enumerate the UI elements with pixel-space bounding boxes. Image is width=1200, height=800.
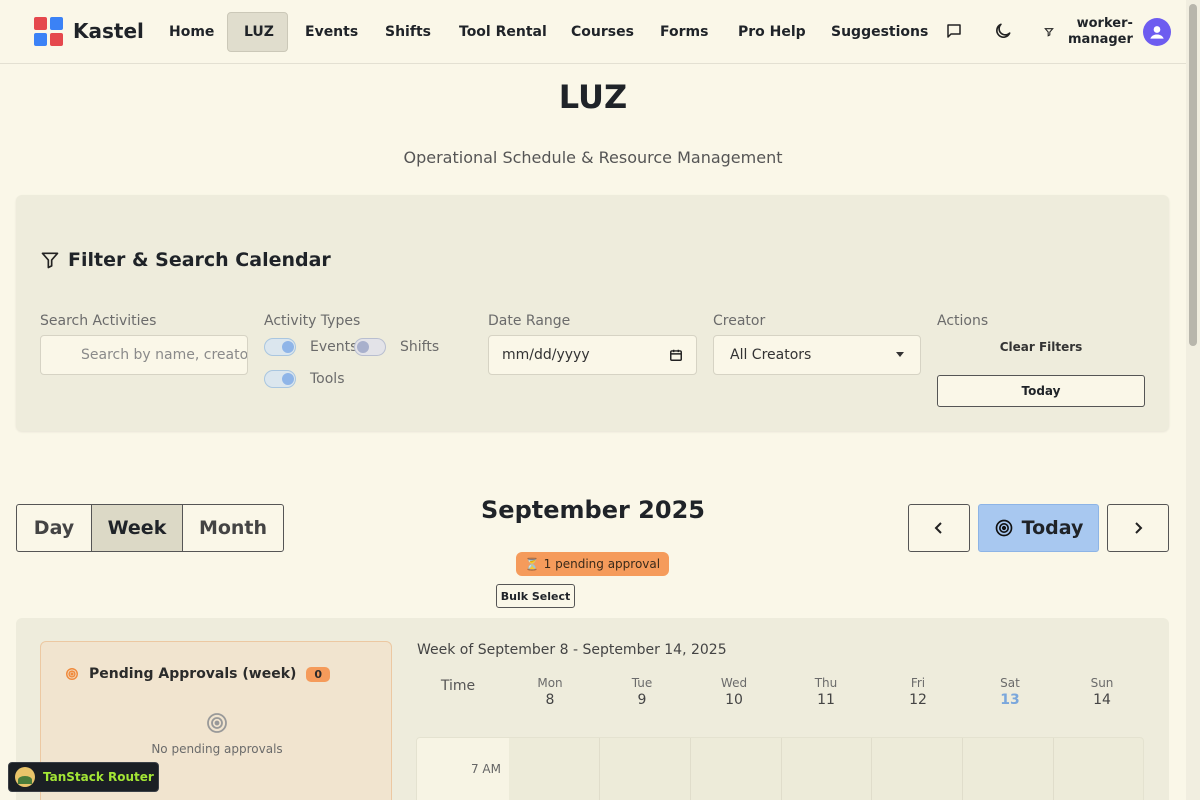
day-header-tue[interactable]: Tue 9: [596, 676, 688, 708]
nav-tool-rental[interactable]: Tool Rental: [443, 12, 563, 52]
user-role-label: worker- manager: [1068, 16, 1133, 47]
day-header-wed[interactable]: Wed 10: [688, 676, 780, 708]
dropdown-caret-icon: [896, 352, 904, 357]
pending-empty-text: No pending approvals: [151, 742, 283, 756]
top-navbar: Kastel Home LUZ Events Shifts Tool Renta…: [0, 0, 1186, 64]
filter-title: Filter & Search Calendar: [40, 249, 331, 271]
chevron-right-icon: [1135, 522, 1143, 534]
pending-approvals-header: Pending Approvals (week) 0: [65, 666, 331, 682]
toggle-tools[interactable]: Tools: [264, 370, 345, 388]
chevron-left-icon: [934, 522, 942, 534]
previous-week-button[interactable]: [908, 504, 970, 552]
tanstack-router-devtools-button[interactable]: TanStack Router: [8, 762, 159, 792]
filter-today-button[interactable]: Today: [937, 375, 1145, 407]
chat-icon[interactable]: [943, 20, 965, 42]
filter-card: Filter & Search Calendar Search Activiti…: [16, 195, 1169, 431]
nav-shifts[interactable]: Shifts: [369, 12, 447, 52]
creator-label: Creator: [713, 313, 766, 329]
calendar-icon[interactable]: [669, 348, 683, 362]
nav-luz[interactable]: LUZ: [227, 12, 288, 52]
week-grid: 7 AM: [416, 737, 1144, 800]
dark-mode-moon-icon[interactable]: [992, 20, 1014, 42]
toggle-switch[interactable]: [264, 370, 296, 388]
filter-small-icon: [1044, 28, 1054, 37]
user-role-menu[interactable]: worker- manager: [1044, 16, 1133, 48]
nav-events[interactable]: Events: [289, 12, 374, 52]
pending-approval-badge[interactable]: ⏳ 1 pending approval: [516, 552, 669, 576]
activity-types-label: Activity Types: [264, 313, 361, 329]
day-header-sun[interactable]: Sun 14: [1056, 676, 1148, 708]
kastel-logo-icon[interactable]: [34, 17, 64, 47]
toggle-shifts[interactable]: Shifts: [354, 338, 439, 356]
user-avatar[interactable]: [1143, 18, 1171, 46]
target-icon: [66, 668, 78, 680]
today-button[interactable]: Today: [978, 504, 1099, 552]
nav-courses[interactable]: Courses: [555, 12, 650, 52]
page-title: LUZ: [558, 78, 628, 116]
toggle-switch[interactable]: [264, 338, 296, 356]
next-week-button[interactable]: [1107, 504, 1169, 552]
nav-suggestions[interactable]: Suggestions: [815, 12, 944, 52]
pending-count-badge: 0: [306, 666, 331, 682]
page-subtitle: Operational Schedule & Resource Manageme…: [403, 148, 783, 167]
nav-pro-help[interactable]: Pro Help: [722, 12, 822, 52]
nav-home[interactable]: Home: [153, 12, 230, 52]
time-column-header: Time: [440, 678, 476, 694]
week-label: Week of September 8 - September 14, 2025: [417, 642, 727, 658]
page-scrollbar-thumb[interactable]: [1189, 4, 1197, 346]
date-range-label: Date Range: [488, 313, 571, 329]
tanstack-logo-icon: [15, 767, 35, 787]
brand-name[interactable]: Kastel: [73, 19, 144, 43]
date-range-input[interactable]: mm/dd/yyyy: [488, 335, 697, 375]
search-input[interactable]: [40, 335, 248, 375]
toggle-switch[interactable]: [354, 338, 386, 356]
day-header-mon[interactable]: Mon 8: [504, 676, 596, 708]
time-slot-label: 7 AM: [417, 738, 509, 800]
clear-filters-button[interactable]: Clear Filters: [937, 340, 1145, 360]
search-label: Search Activities: [40, 313, 157, 329]
filter-icon: [41, 252, 59, 269]
actions-label: Actions: [937, 313, 989, 329]
nav-forms[interactable]: Forms: [644, 12, 724, 52]
target-icon: [207, 713, 227, 733]
day-header-thu[interactable]: Thu 11: [780, 676, 872, 708]
day-header-fri[interactable]: Fri 12: [872, 676, 964, 708]
day-header-sat[interactable]: Sat 13: [964, 676, 1056, 708]
creator-select[interactable]: All Creators: [713, 335, 921, 375]
bulk-select-button[interactable]: Bulk Select: [496, 584, 575, 608]
toggle-events[interactable]: Events: [264, 338, 357, 356]
target-icon: [995, 519, 1012, 537]
